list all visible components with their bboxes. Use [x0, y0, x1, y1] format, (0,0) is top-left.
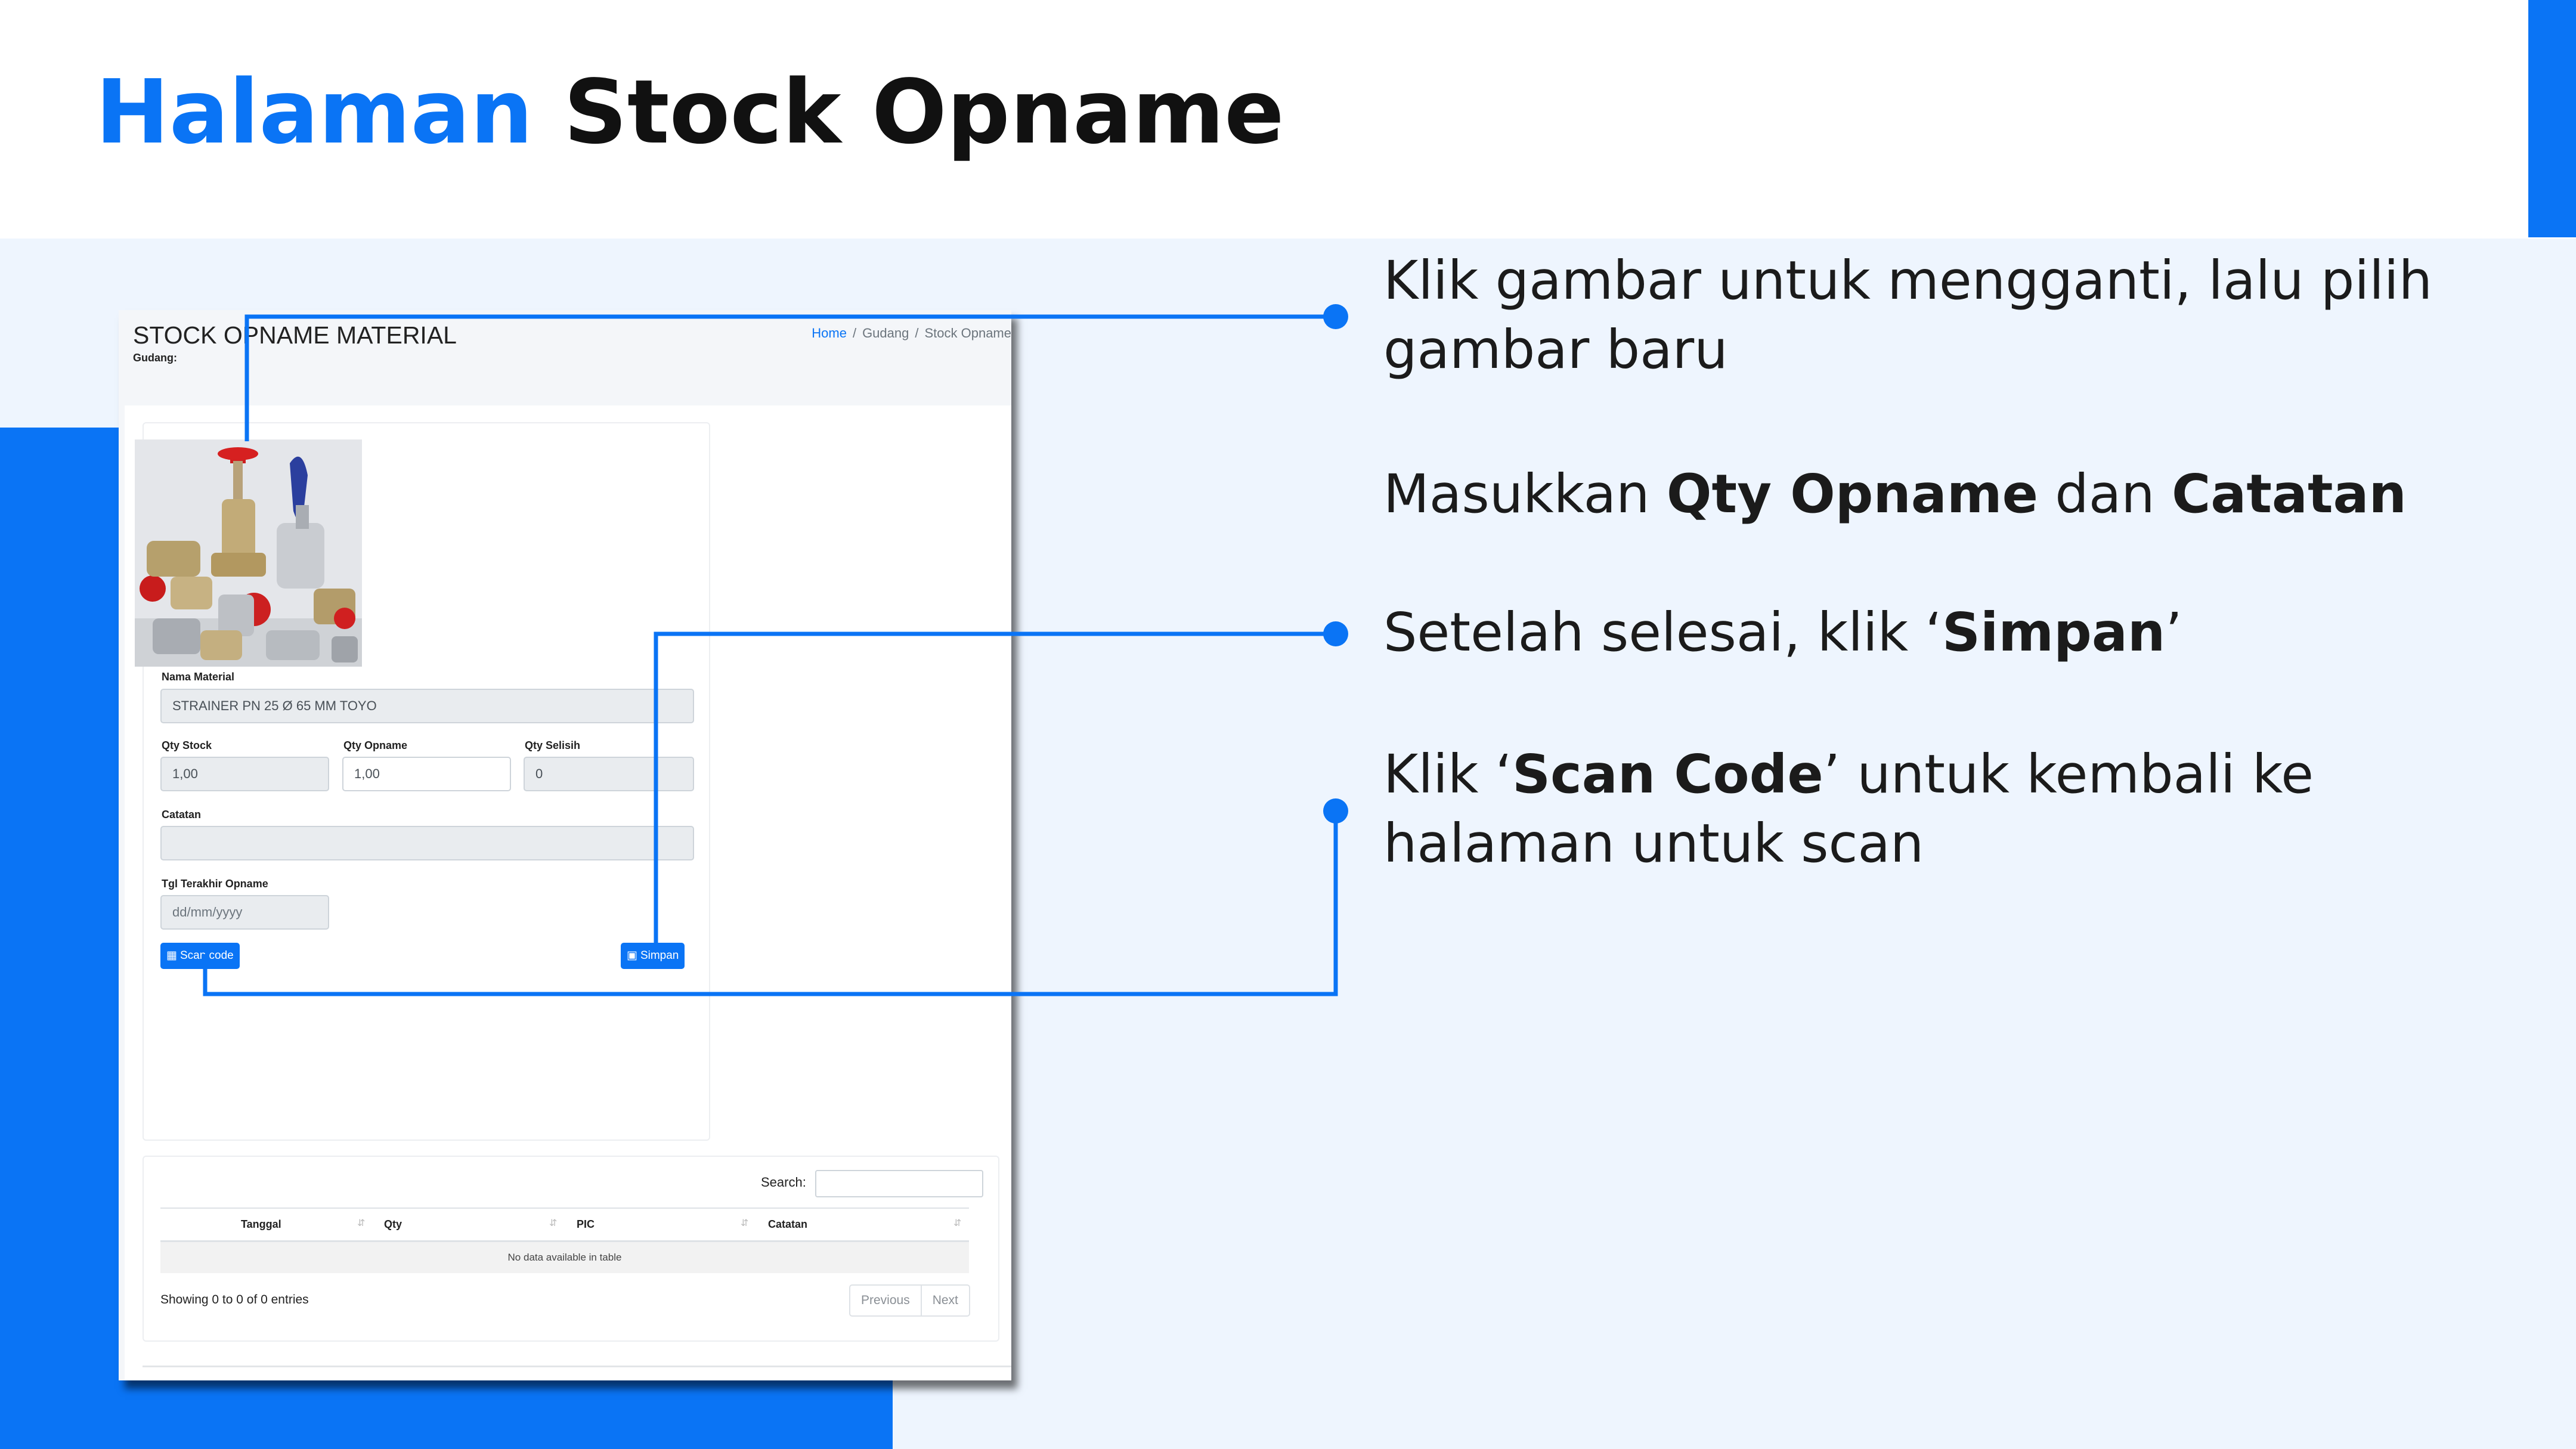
instruction-text: Klik ‘	[1383, 743, 1512, 805]
instruction-text: Setelah selesai, klik ‘	[1383, 601, 1942, 663]
instruction-text: Masukkan	[1383, 463, 1667, 525]
instruction-text: ’	[2165, 601, 2182, 663]
callout-dot	[1323, 621, 1348, 646]
connector-image	[244, 314, 1336, 441]
instruction-scan-code: Klik ‘Scan Code’ untuk kembali ke halama…	[1383, 739, 2516, 878]
instruction-text: dan	[2038, 463, 2172, 525]
callout-connectors	[203, 304, 1348, 996]
callout-dot	[1323, 304, 1348, 329]
instruction-highlight-qty: Qty Opname	[1666, 463, 2038, 525]
instruction-highlight-catatan: Catatan	[2171, 463, 2407, 525]
instruction-highlight-simpan: Simpan	[1942, 601, 2166, 663]
instruction-change-image: Klik gambar untuk mengganti, lalu pilih …	[1383, 249, 2433, 380]
connector-scan-code	[203, 811, 1338, 996]
instruction-enter-qty: Masukkan Qty Opname dan Catatan	[1383, 459, 2516, 528]
instruction-highlight-scan-code: Scan Code	[1512, 743, 1823, 805]
instruction-save: Setelah selesai, klik ‘Simpan’	[1383, 597, 2516, 667]
callout-dot	[1323, 798, 1348, 823]
connector-simpan	[654, 631, 1336, 943]
